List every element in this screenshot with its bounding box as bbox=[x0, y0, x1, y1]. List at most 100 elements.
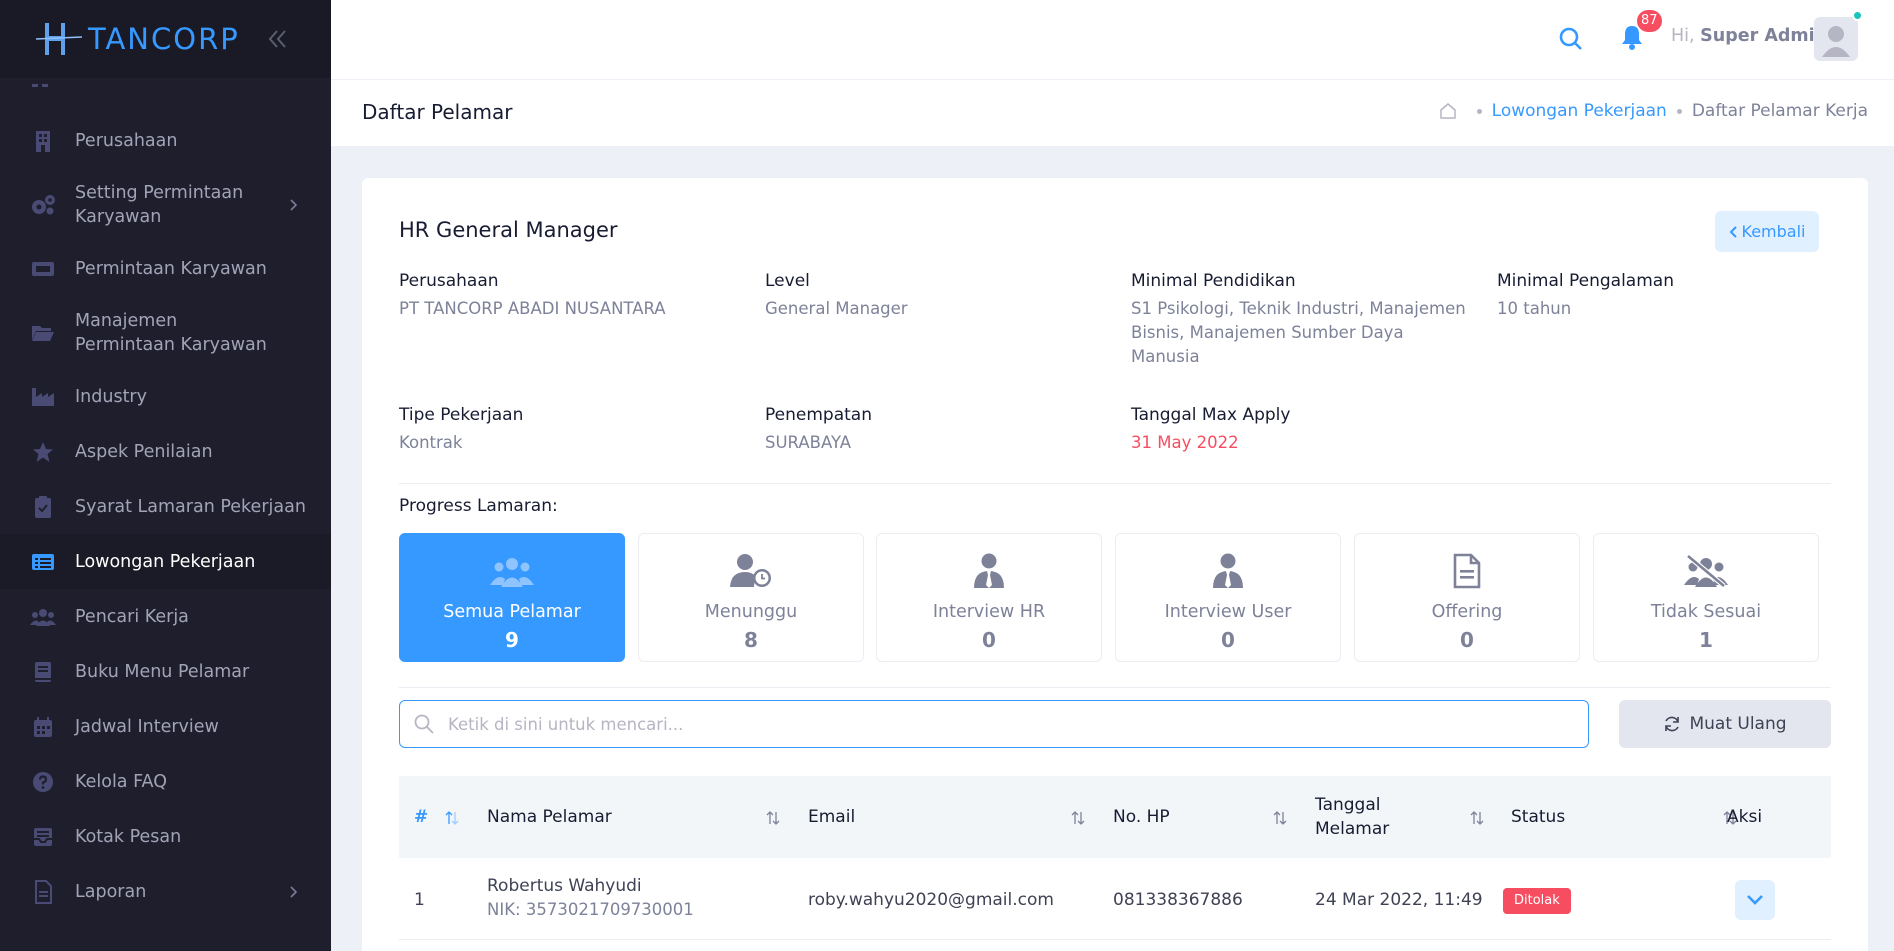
sidebar-item-label: Jadwal Interview bbox=[75, 716, 219, 737]
calendar-icon bbox=[30, 714, 56, 740]
applicant-name: Robertus Wahyudi bbox=[487, 876, 642, 896]
sidebar: TANCORP Perusahaan Setting Permintaan Ka… bbox=[0, 0, 331, 951]
sidebar-item-buku-menu-pelamar[interactable]: Buku Menu Pelamar bbox=[0, 644, 331, 699]
field-value: General Manager bbox=[765, 299, 908, 318]
question-circle-icon bbox=[30, 769, 56, 795]
sidebar-item-label: Setting Permintaan Karyawan bbox=[75, 182, 244, 227]
column-header-status[interactable]: Status bbox=[1511, 776, 1741, 858]
stage-label: Semua Pelamar bbox=[443, 602, 581, 622]
sidebar-item-aspek-penilaian[interactable]: Aspek Penilaian bbox=[0, 424, 331, 479]
ticket-icon bbox=[30, 256, 56, 282]
field-perusahaan: Perusahaan PT TANCORP ABADI NUSANTARA bbox=[399, 271, 729, 321]
industry-icon bbox=[30, 384, 56, 410]
sidebar-item-industry[interactable]: Industry bbox=[0, 369, 331, 424]
sidebar-item-permintaan-karyawan[interactable]: Permintaan Karyawan bbox=[0, 241, 331, 296]
stage-offering[interactable]: Offering 0 bbox=[1354, 533, 1580, 662]
field-label: Perusahaan bbox=[399, 271, 499, 291]
sidebar-item-manajemen-permintaan[interactable]: Manajemen Permintaan Karyawan bbox=[0, 296, 331, 369]
stage-label: Tidak Sesuai bbox=[1650, 602, 1762, 622]
sidebar-item-label: Kotak Pesan bbox=[75, 826, 182, 847]
stage-tidak-sesuai[interactable]: Tidak Sesuai 1 bbox=[1593, 533, 1819, 662]
stage-interview-hr[interactable]: Interview HR 0 bbox=[876, 533, 1102, 662]
avatar[interactable] bbox=[1814, 17, 1858, 61]
column-header-no-hp[interactable]: No. HP bbox=[1113, 776, 1313, 858]
user-greeting[interactable]: Hi, Super Admin bbox=[1671, 26, 1827, 46]
star-icon bbox=[30, 439, 56, 465]
status-badge: Ditolak bbox=[1503, 888, 1571, 914]
stage-count: 0 bbox=[1221, 628, 1235, 652]
stage-menunggu[interactable]: Menunggu 8 bbox=[638, 533, 864, 662]
chevron-right-icon bbox=[290, 198, 298, 211]
field-level: Level General Manager bbox=[765, 271, 1095, 321]
job-title: HR General Manager bbox=[399, 218, 618, 242]
column-header-tanggal-melamar[interactable]: Tanggal Melamar bbox=[1315, 776, 1505, 858]
cell-number: 1 bbox=[414, 890, 425, 910]
breadcrumb-lowongan-pekerjaan[interactable]: Lowongan Pekerjaan bbox=[1492, 101, 1667, 121]
sidebar-item-perusahaan[interactable]: Perusahaan bbox=[0, 113, 331, 168]
column-label: Nama Pelamar bbox=[487, 807, 612, 827]
search-icon bbox=[414, 714, 434, 734]
column-label: Tanggal Melamar bbox=[1315, 795, 1390, 839]
row-action-button[interactable] bbox=[1735, 880, 1775, 920]
stage-label: Menunggu bbox=[704, 602, 798, 622]
field-label: Level bbox=[765, 271, 810, 291]
column-label: Aksi bbox=[1727, 807, 1763, 827]
subheader: Daftar Pelamar Lowongan Pekerjaan Daftar… bbox=[331, 80, 1894, 146]
stage-interview-user[interactable]: Interview User 0 bbox=[1115, 533, 1341, 662]
search-field[interactable] bbox=[399, 700, 1589, 748]
collapse-sidebar-icon[interactable] bbox=[266, 24, 290, 54]
greeting-text: Hi, bbox=[1671, 26, 1695, 46]
field-value: S1 Psikologi, Teknik Industri, Manajemen… bbox=[1131, 299, 1466, 366]
users-icon bbox=[30, 604, 56, 630]
reload-button[interactable]: Muat Ulang bbox=[1619, 700, 1831, 748]
home-icon[interactable] bbox=[1439, 102, 1457, 120]
field-value: 10 tahun bbox=[1497, 299, 1572, 318]
brand-name: TANCORP bbox=[88, 22, 240, 56]
online-status-dot bbox=[1852, 10, 1863, 21]
sidebar-item-label: Laporan bbox=[75, 881, 147, 902]
back-button[interactable]: Kembali bbox=[1715, 211, 1819, 252]
cell-applicant: Robertus Wahyudi NIK: 3573021709730001 bbox=[487, 876, 694, 919]
field-label: Minimal Pengalaman bbox=[1497, 271, 1674, 291]
stage-semua-pelamar[interactable]: Semua Pelamar 9 bbox=[399, 533, 625, 662]
nav-partial-item-icon bbox=[32, 84, 48, 87]
sidebar-item-syarat-lamaran[interactable]: Syarat Lamaran Pekerjaan bbox=[0, 479, 331, 534]
sidebar-item-lowongan-pekerjaan[interactable]: Lowongan Pekerjaan bbox=[0, 534, 331, 589]
user-clock-icon bbox=[728, 552, 774, 590]
field-value: PT TANCORP ABADI NUSANTARA bbox=[399, 299, 666, 318]
chevron-down-icon bbox=[1747, 895, 1763, 905]
column-header-number[interactable]: # bbox=[414, 776, 474, 858]
sort-icon bbox=[445, 811, 459, 825]
table-row[interactable]: 1 Robertus Wahyudi NIK: 3573021709730001… bbox=[399, 858, 1831, 940]
field-label: Minimal Pendidikan bbox=[1131, 271, 1296, 291]
sidebar-item-kotak-pesan[interactable]: Kotak Pesan bbox=[0, 809, 331, 864]
stage-label: Offering bbox=[1431, 602, 1503, 622]
sidebar-item-kelola-faq[interactable]: Kelola FAQ bbox=[0, 754, 331, 809]
sidebar-item-label: Permintaan Karyawan bbox=[75, 258, 267, 279]
stage-label: Interview User bbox=[1164, 602, 1292, 622]
user-tie-icon bbox=[1205, 552, 1251, 590]
stage-count: 8 bbox=[744, 628, 758, 652]
tancorp-logo-icon bbox=[36, 23, 82, 55]
sidebar-item-jadwal-interview[interactable]: Jadwal Interview bbox=[0, 699, 331, 754]
user-silhouette-icon bbox=[1822, 26, 1850, 57]
sidebar-item-setting-permintaan[interactable]: Setting Permintaan Karyawan bbox=[0, 168, 331, 241]
sidebar-nav: Perusahaan Setting Permintaan Karyawan P… bbox=[0, 113, 331, 919]
inbox-icon bbox=[30, 824, 56, 850]
field-label: Penempatan bbox=[765, 405, 872, 425]
breadcrumb-current: Daftar Pelamar Kerja bbox=[1691, 101, 1868, 121]
sidebar-item-label: Aspek Penilaian bbox=[75, 441, 213, 462]
column-header-nama[interactable]: Nama Pelamar bbox=[487, 776, 787, 858]
field-tanggal-max-apply: Tanggal Max Apply 31 May 2022 bbox=[1131, 405, 1461, 455]
sidebar-item-pencari-kerja[interactable]: Pencari Kerja bbox=[0, 589, 331, 644]
sidebar-item-laporan[interactable]: Laporan bbox=[0, 864, 331, 919]
sidebar-item-label: Industry bbox=[75, 386, 147, 407]
file-icon bbox=[30, 879, 56, 905]
field-label: Tipe Pekerjaan bbox=[399, 405, 524, 425]
search-icon[interactable] bbox=[1557, 25, 1585, 53]
search-input[interactable] bbox=[448, 714, 1568, 734]
user-name: Super Admin bbox=[1700, 26, 1828, 46]
column-header-email[interactable]: Email bbox=[808, 776, 1098, 858]
cell-phone: 081338367886 bbox=[1113, 890, 1243, 910]
sidebar-item-label: Syarat Lamaran Pekerjaan bbox=[75, 496, 306, 517]
